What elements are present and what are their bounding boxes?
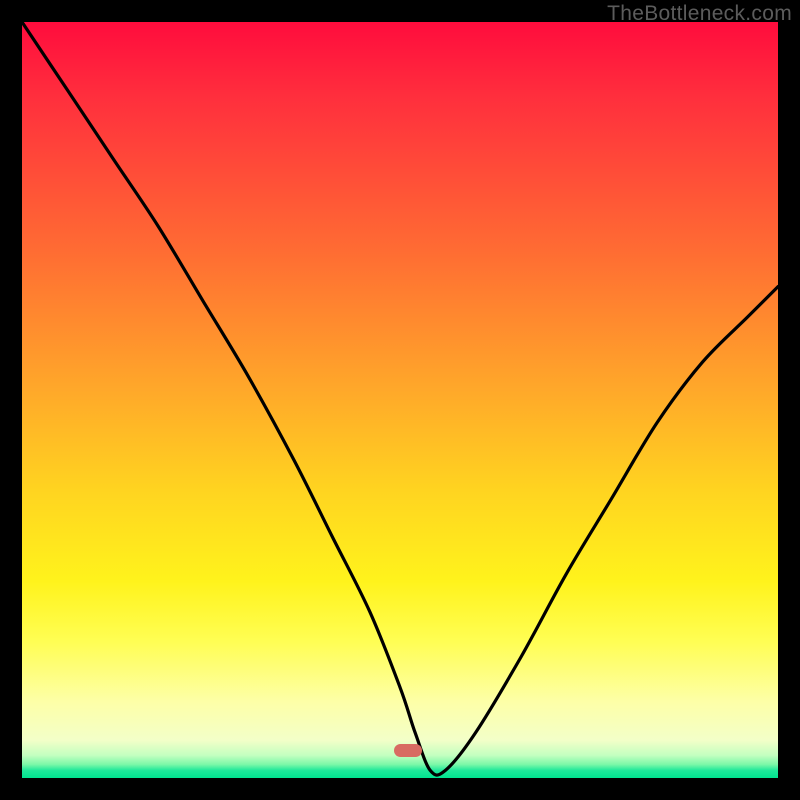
bottleneck-curve (22, 22, 778, 778)
plot-area (22, 22, 778, 778)
optimal-marker (394, 744, 422, 757)
chart-frame: TheBottleneck.com (0, 0, 800, 800)
watermark-text: TheBottleneck.com (607, 2, 792, 26)
